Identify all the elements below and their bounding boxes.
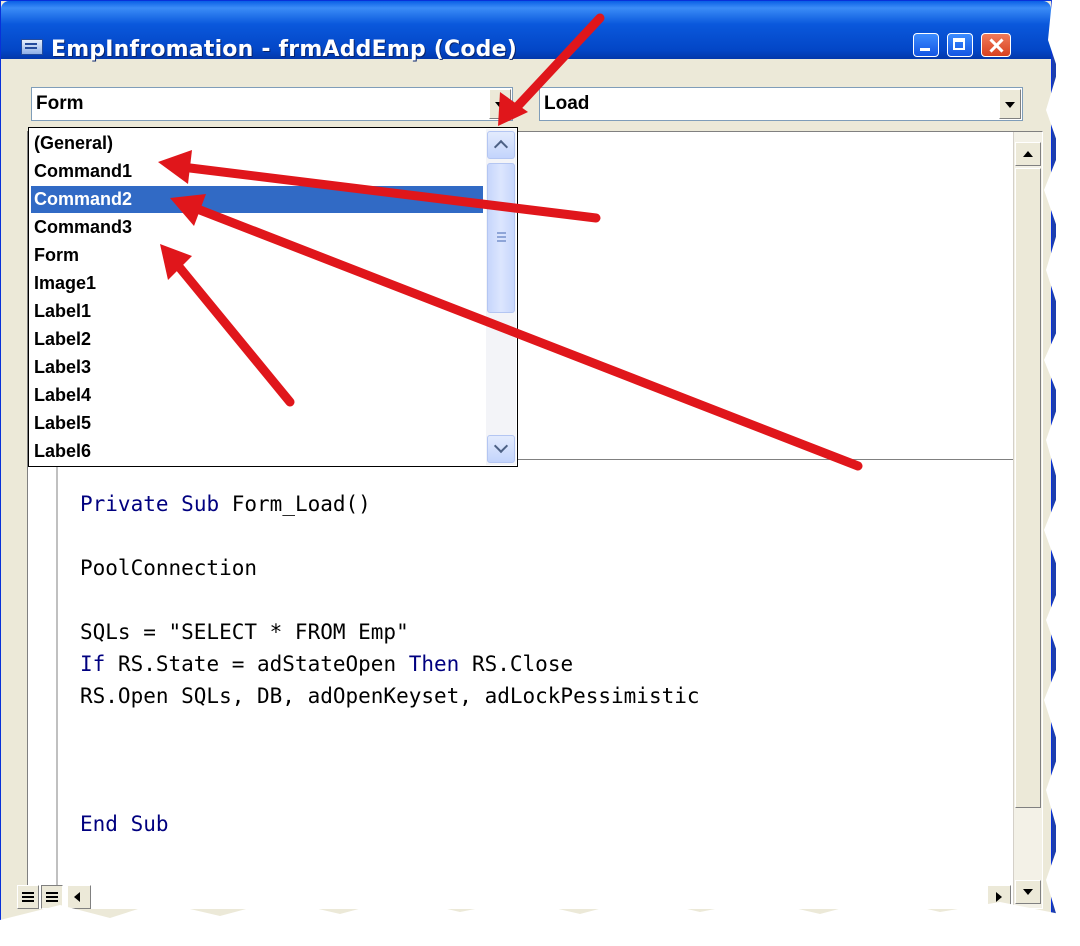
dropdown-arrow-icon[interactable] xyxy=(999,89,1021,119)
list-item[interactable]: Label3 xyxy=(31,354,483,381)
code-line-text: SQLs = "SELECT * FROM Emp" xyxy=(80,620,409,644)
code-line: SQLs = "SELECT * FROM Emp" xyxy=(80,620,409,644)
keyword: If xyxy=(80,652,106,676)
keyword: Sub xyxy=(130,812,169,836)
dropdown-scrollbar[interactable] xyxy=(486,129,516,465)
code-line: Private Sub Form_Load() xyxy=(80,492,371,516)
keyword: End xyxy=(80,812,118,836)
maximize-button[interactable] xyxy=(947,33,973,57)
app-icon[interactable] xyxy=(21,39,43,55)
list-item[interactable]: Label6 xyxy=(31,438,483,465)
list-item[interactable]: Command1 xyxy=(31,158,483,185)
keyword: Then xyxy=(408,652,460,676)
list-item[interactable]: Label4 xyxy=(31,382,483,409)
list-item[interactable]: (General) xyxy=(31,130,483,157)
list-item[interactable]: Form xyxy=(31,242,483,269)
close-button[interactable] xyxy=(981,33,1011,57)
code-line: PoolConnection xyxy=(80,556,257,580)
code-line-text: If RS.State = adStateOpen Then RS.Close xyxy=(80,652,574,676)
dropdown-scroll-thumb[interactable] xyxy=(487,163,515,313)
keyword: Sub xyxy=(181,492,220,516)
chevron-down-icon[interactable] xyxy=(487,435,515,463)
scroll-left-button[interactable] xyxy=(67,885,91,909)
code-line-text: PoolConnection xyxy=(80,556,258,580)
minimize-button[interactable] xyxy=(913,33,939,57)
vertical-scrollbar[interactable] xyxy=(1013,132,1042,908)
dropdown-arrow-icon[interactable] xyxy=(489,89,511,119)
list-item[interactable]: Command3 xyxy=(31,214,483,241)
scroll-up-button[interactable] xyxy=(1015,142,1041,166)
code-line-text: End Sub xyxy=(80,812,169,836)
list-item-selected[interactable]: Command2 xyxy=(31,186,483,213)
code-line: If RS.State = adStateOpen Then RS.Close xyxy=(80,652,573,676)
scroll-right-button[interactable] xyxy=(987,885,1011,909)
procedure-view-icon[interactable] xyxy=(17,885,39,909)
full-module-view-icon[interactable] xyxy=(41,885,63,909)
title-bar[interactable]: EmpInfromation - frmAddEmp (Code) xyxy=(1,1,1051,62)
keyword: Private xyxy=(80,492,169,516)
code-line-text: Private Sub Form_Load() xyxy=(80,492,371,516)
object-combobox[interactable]: Form xyxy=(31,87,513,121)
list-item[interactable]: Label5 xyxy=(31,410,483,437)
code-line: RS.Open SQLs, DB, adOpenKeyset, adLockPe… xyxy=(80,684,700,708)
code-window: EmpInfromation - frmAddEmp (Code) Form L… xyxy=(0,0,1052,940)
list-item[interactable]: Image1 xyxy=(31,270,483,297)
window-title: EmpInfromation - frmAddEmp (Code) xyxy=(51,37,518,62)
list-item[interactable]: Label2 xyxy=(31,326,483,353)
procedure-combobox[interactable]: Load xyxy=(539,87,1023,121)
object-dropdown-list[interactable]: (General) Command1 Command2 Command3 For… xyxy=(28,127,518,467)
object-combobox-value: Form xyxy=(36,93,84,114)
chevron-up-icon[interactable] xyxy=(487,131,515,159)
procedure-combobox-value: Load xyxy=(544,93,590,114)
bottom-bar xyxy=(11,883,1041,913)
code-line: End Sub xyxy=(80,812,169,836)
scroll-thumb[interactable] xyxy=(1015,168,1041,808)
list-item[interactable]: Label1 xyxy=(31,298,483,325)
code-line-text: RS.Open SQLs, DB, adOpenKeyset, adLockPe… xyxy=(80,684,700,708)
